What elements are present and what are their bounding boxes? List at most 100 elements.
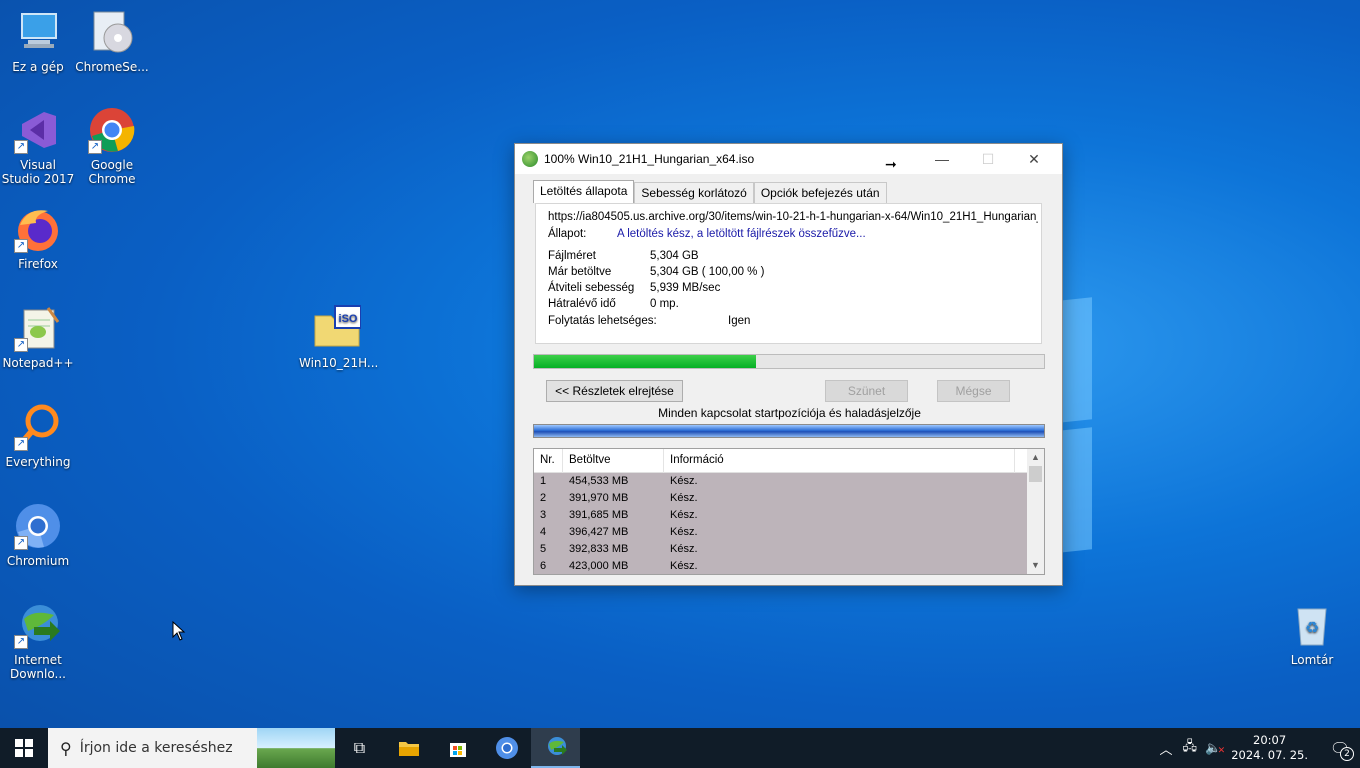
column-header-nr[interactable]: Nr. (534, 449, 563, 473)
cell-nr: 5 (540, 543, 547, 555)
iso-file-icon: iSO (313, 304, 362, 352)
desktop-icon-everything[interactable]: ↗ Everything (0, 403, 76, 469)
tab-options-on-completion[interactable]: Opciók befejezés után (753, 182, 887, 203)
store-button[interactable] (433, 728, 482, 768)
cell-info: Kész. (670, 509, 698, 521)
cell-nr: 1 (540, 475, 547, 487)
column-header-info[interactable]: Információ (664, 449, 1015, 473)
desktop-icon-chromesetup[interactable]: ChromeSe... (74, 8, 150, 74)
maximize-button[interactable]: ☐ (965, 144, 1011, 174)
desktop-icon-label: Ez a gép (12, 60, 64, 74)
table-row[interactable]: 1 454,533 MB Kész. (534, 473, 1027, 490)
desktop-icon-label: Firefox (18, 257, 58, 271)
cell-nr: 2 (540, 492, 547, 504)
tab-speed-limiter[interactable]: Sebesség korlátozó (634, 182, 754, 203)
system-tray: ︿ 🖧 🔈 ✕ 20:07 2024. 07. 25. 🗨 2 (1159, 728, 1360, 768)
dialog-tabs: Letöltés állapota Sebesség korlátozó Opc… (533, 180, 887, 203)
installer-icon (88, 8, 136, 56)
notification-badge: 2 (1340, 747, 1354, 761)
chromium-taskbar-button[interactable] (482, 728, 531, 768)
table-row[interactable]: 5 392,833 MB Kész. (534, 541, 1027, 558)
action-center-button[interactable]: 🗨 2 (1320, 728, 1360, 768)
mouse-cursor-icon (172, 621, 186, 641)
cell-downloaded: 391,685 MB (569, 509, 629, 521)
dialog-title: 100% Win10_21H1_Hungarian_x64.iso (544, 152, 755, 166)
shortcut-arrow-icon: ↗ (14, 338, 28, 352)
desktop-icon-recycle-bin[interactable]: ♻ Lomtár (1274, 601, 1350, 667)
desktop-icon-internet-download-manager[interactable]: ↗ Internet Downlo... (0, 601, 76, 681)
desktop-icon-win10-iso[interactable]: iSO Win10_21H... (299, 304, 379, 370)
volume-muted-icon[interactable]: 🔈 ✕ (1205, 741, 1225, 756)
cancel-button[interactable]: Mégse (937, 380, 1010, 402)
cell-info: Kész. (670, 526, 698, 538)
taskbar-search-box[interactable]: ⚲ Írjon ide a kereséshez (48, 728, 335, 768)
dialog-titlebar[interactable]: 100% Win10_21H1_Hungarian_x64.iso ➞ — ☐ … (515, 144, 1062, 174)
desktop-icon-this-pc[interactable]: Ez a gép (0, 8, 76, 74)
firefox-icon: ↗ (14, 205, 62, 253)
cell-downloaded: 396,427 MB (569, 526, 629, 538)
table-row[interactable]: 3 391,685 MB Kész. (534, 507, 1027, 524)
desktop-icon-label: Google Chrome (88, 158, 136, 186)
desktop-icon-label: Notepad++ (2, 356, 74, 370)
search-highlight-image (257, 728, 335, 768)
desktop-icon-chromium[interactable]: ↗ Chromium (0, 502, 76, 568)
desktop-icon-label: Internet Downlo... (10, 653, 66, 681)
task-view-button[interactable]: ⧉ (335, 728, 384, 768)
pause-button[interactable]: Szünet (825, 380, 908, 402)
speed-label: Átviteli sebesség (548, 282, 635, 294)
computer-icon (14, 8, 62, 56)
connections-table[interactable]: Nr. Betöltve Információ 1 454,533 MB Kés… (533, 448, 1045, 575)
table-body: 1 454,533 MB Kész. 2 391,970 MB Kész. 3 … (534, 473, 1027, 574)
cell-nr: 4 (540, 526, 547, 538)
folder-icon (398, 742, 419, 756)
speed-value: 5,939 MB/sec (650, 282, 721, 294)
cell-info: Kész. (670, 492, 698, 504)
minimize-button[interactable]: — (919, 144, 965, 174)
chevron-down-icon[interactable]: ▼ (1027, 557, 1044, 574)
cell-nr: 3 (540, 509, 547, 521)
desktop-icon-label: Lomtár (1290, 653, 1334, 667)
remaining-row: Hátralévő idő 0 mp. (548, 298, 679, 310)
scrollbar-thumb[interactable] (1029, 466, 1042, 482)
shortcut-arrow-icon: ↗ (14, 140, 28, 154)
taskbar-clock[interactable]: 20:07 2024. 07. 25. (1231, 733, 1308, 763)
idm-app-icon (522, 151, 538, 167)
table-row[interactable]: 6 423,000 MB Kész. (534, 558, 1027, 574)
cell-downloaded: 454,533 MB (569, 475, 629, 487)
desktop-icon-firefox[interactable]: ↗ Firefox (0, 205, 76, 271)
downloaded-row: Már betöltve 5,304 GB ( 100,00 % ) (548, 266, 764, 278)
shortcut-arrow-icon: ↗ (14, 536, 28, 550)
desktop-icon-label: Win10_21H... (299, 356, 379, 370)
column-header-downloaded[interactable]: Betöltve (563, 449, 664, 473)
file-explorer-button[interactable] (384, 728, 433, 768)
table-row[interactable]: 4 396,427 MB Kész. (534, 524, 1027, 541)
close-button[interactable]: ✕ (1011, 144, 1057, 174)
table-scrollbar[interactable]: ▲ ▼ (1027, 449, 1044, 574)
downloaded-value: 5,304 GB ( 100,00 % ) (650, 266, 765, 278)
connections-caption: Minden kapcsolat startpozíciója és halad… (658, 406, 921, 420)
start-button[interactable] (0, 728, 48, 768)
cell-downloaded: 392,833 MB (569, 543, 629, 555)
search-icon: ⚲ (60, 738, 72, 758)
status-row: Állapot: A letöltés kész, a letöltött fá… (548, 228, 866, 240)
chevron-up-icon[interactable]: ▲ (1027, 449, 1044, 466)
hide-details-button[interactable]: << Részletek elrejtése (546, 380, 683, 402)
desktop-icon-google-chrome[interactable]: ↗ Google Chrome (74, 106, 150, 186)
network-icon[interactable]: 🖧 (1183, 737, 1198, 759)
cell-nr: 6 (540, 560, 547, 572)
desktop-icon-label: Visual Studio 2017 (1, 158, 75, 186)
idm-taskbar-button[interactable] (531, 728, 580, 768)
status-value: A letöltés kész, a letöltött fájlrészek … (617, 228, 866, 240)
internet-download-manager-icon (547, 737, 567, 755)
table-row[interactable]: 2 391,970 MB Kész. (534, 490, 1027, 507)
desktop-icon-visual-studio[interactable]: ↗ Visual Studio 2017 (0, 106, 76, 186)
downloaded-label: Már betöltve (548, 266, 612, 278)
chevron-up-icon[interactable]: ︿ (1159, 739, 1172, 758)
cell-downloaded: 391,970 MB (569, 492, 629, 504)
desktop-icon-notepad-plus-plus[interactable]: ↗ Notepad++ (0, 304, 76, 370)
taskbar: ⚲ Írjon ide a kereséshez ⧉ ︿ 🖧 🔈 ✕ 20:07 … (0, 728, 1360, 768)
tab-download-status[interactable]: Letöltés állapota (533, 180, 635, 203)
shortcut-arrow-icon: ↗ (14, 239, 28, 253)
windows-start-icon (15, 739, 33, 757)
cell-info: Kész. (670, 475, 698, 487)
